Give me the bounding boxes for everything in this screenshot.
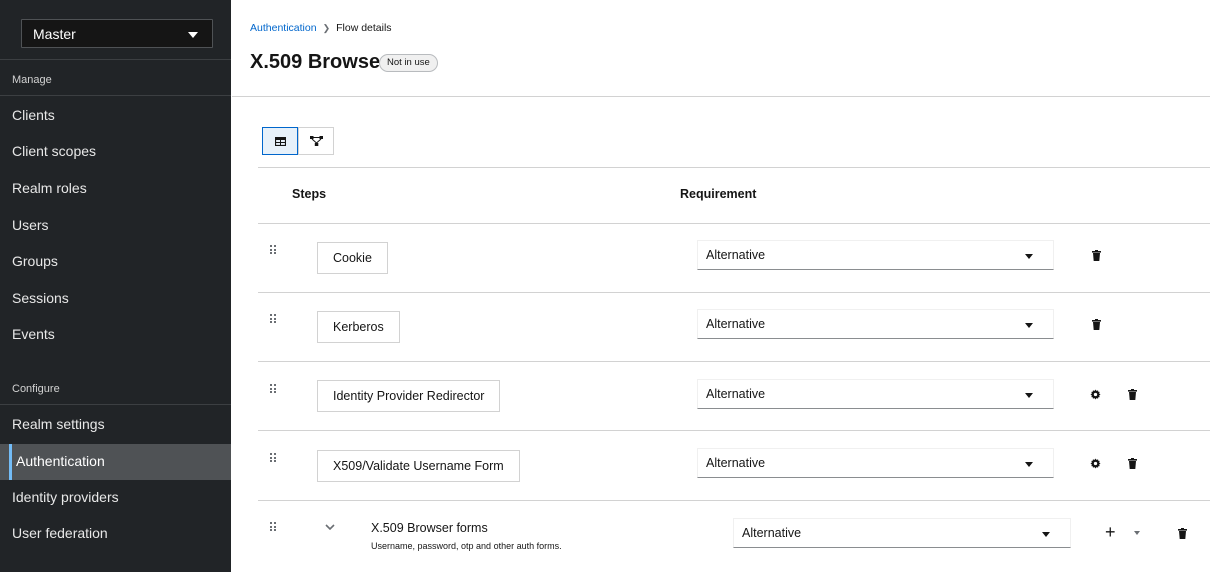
sidebar-divider	[0, 59, 231, 60]
step-name: Kerberos	[317, 311, 400, 343]
drag-handle-icon[interactable]	[270, 314, 278, 323]
column-header-steps: Steps	[292, 187, 327, 201]
drag-handle-icon[interactable]	[270, 453, 278, 462]
requirement-select-value: Alternative	[706, 248, 766, 262]
sidebar-divider	[0, 95, 231, 96]
caret-down-icon	[1025, 323, 1033, 328]
table-divider	[258, 292, 1210, 293]
sidebar-item-client-scopes[interactable]: Client scopes	[0, 134, 231, 170]
step-name: Cookie	[317, 242, 388, 274]
requirement-select[interactable]: Alternative	[697, 379, 1054, 409]
sidebar-item-label: User federation	[12, 525, 108, 541]
delete-button[interactable]	[1125, 387, 1139, 401]
sidebar-item-label: Sessions	[12, 290, 69, 306]
subflow-title: X.509 Browser forms	[371, 521, 488, 535]
sidebar-item-label: Realm roles	[12, 180, 87, 196]
sidebar-item-label: Authentication	[16, 453, 105, 469]
requirement-select-value: Alternative	[706, 456, 766, 470]
trash-icon	[1127, 457, 1137, 469]
realm-selector-label: Master	[33, 26, 76, 42]
requirement-select-value: Alternative	[742, 526, 802, 540]
table-view-icon	[274, 136, 286, 146]
sidebar-item-label: Clients	[12, 107, 55, 123]
view-toggle	[262, 127, 334, 155]
table-divider	[258, 500, 1210, 501]
sidebar: Master Manage Clients Client scopes Real…	[0, 0, 231, 572]
drag-handle-icon[interactable]	[270, 522, 278, 531]
section-title-configure: Configure	[12, 383, 60, 395]
caret-down-icon	[1025, 462, 1033, 467]
section-title-manage: Manage	[12, 74, 52, 86]
breadcrumb-current: Flow details	[336, 22, 392, 34]
delete-button[interactable]	[1125, 456, 1139, 470]
settings-button[interactable]	[1088, 456, 1102, 470]
delete-button[interactable]	[1175, 526, 1189, 540]
gear-icon	[1089, 388, 1101, 400]
table-divider	[258, 167, 1210, 168]
trash-icon	[1177, 527, 1187, 539]
sidebar-item-clients[interactable]: Clients	[0, 98, 231, 134]
table-divider	[258, 223, 1210, 224]
add-menu-caret-icon[interactable]	[1134, 531, 1140, 535]
requirement-select[interactable]: Alternative	[697, 448, 1054, 478]
sidebar-item-label: Client scopes	[12, 143, 97, 159]
breadcrumb: Authentication ❯ Flow details	[250, 22, 392, 34]
gear-icon	[1089, 457, 1101, 469]
caret-down-icon	[188, 32, 198, 38]
step-name: Identity Provider Redirector	[317, 380, 501, 412]
sidebar-item-users[interactable]: Users	[0, 208, 231, 244]
breadcrumb-separator-icon: ❯	[322, 23, 331, 33]
sidebar-item-identity-providers[interactable]: Identity providers	[0, 480, 231, 516]
sidebar-item-groups[interactable]: Groups	[0, 244, 231, 280]
diagram-view-button[interactable]	[298, 127, 334, 155]
sidebar-item-realm-roles[interactable]: Realm roles	[0, 171, 231, 207]
subflow-description: Username, password, otp and other auth f…	[371, 541, 562, 551]
breadcrumb-link-authentication[interactable]: Authentication	[250, 22, 317, 34]
sidebar-item-label: Groups	[12, 253, 58, 269]
delete-button[interactable]	[1089, 317, 1103, 331]
sidebar-item-authentication[interactable]: Authentication	[0, 444, 231, 480]
sidebar-item-sessions[interactable]: Sessions	[0, 281, 231, 317]
realm-selector[interactable]: Master	[21, 19, 213, 48]
delete-button[interactable]	[1089, 248, 1103, 262]
caret-down-icon	[1025, 393, 1033, 398]
sidebar-item-label: Identity providers	[12, 489, 119, 505]
table-divider	[258, 361, 1210, 362]
sidebar-item-label: Events	[12, 326, 55, 342]
settings-button[interactable]	[1088, 387, 1102, 401]
table-divider	[258, 430, 1210, 431]
requirement-select-value: Alternative	[706, 317, 766, 331]
table-view-button[interactable]	[262, 127, 298, 155]
sidebar-divider	[0, 404, 231, 405]
trash-icon	[1091, 318, 1101, 330]
sidebar-item-events[interactable]: Events	[0, 317, 231, 353]
requirement-select[interactable]: Alternative	[733, 518, 1071, 548]
caret-down-icon	[1025, 254, 1033, 259]
plus-icon[interactable]: +	[1105, 523, 1116, 541]
header-divider	[232, 96, 1210, 97]
caret-down-icon	[1042, 532, 1050, 537]
diagram-view-icon	[309, 136, 323, 146]
sidebar-item-label: Users	[12, 217, 49, 233]
page-title: X.509 Browser	[250, 51, 388, 73]
sidebar-item-realm-settings[interactable]: Realm settings	[0, 407, 231, 443]
drag-handle-icon[interactable]	[270, 384, 278, 393]
trash-icon	[1127, 388, 1137, 400]
status-badge: Not in use	[379, 54, 438, 72]
requirement-select-value: Alternative	[706, 387, 766, 401]
requirement-select[interactable]: Alternative	[697, 309, 1054, 339]
chevron-down-icon[interactable]	[325, 524, 335, 530]
trash-icon	[1091, 249, 1101, 261]
sidebar-item-label: Realm settings	[12, 416, 105, 432]
step-name: X509/Validate Username Form	[317, 450, 520, 482]
sidebar-item-user-federation[interactable]: User federation	[0, 516, 231, 552]
column-header-requirement: Requirement	[680, 187, 757, 201]
drag-handle-icon[interactable]	[270, 245, 278, 254]
requirement-select[interactable]: Alternative	[697, 240, 1054, 270]
